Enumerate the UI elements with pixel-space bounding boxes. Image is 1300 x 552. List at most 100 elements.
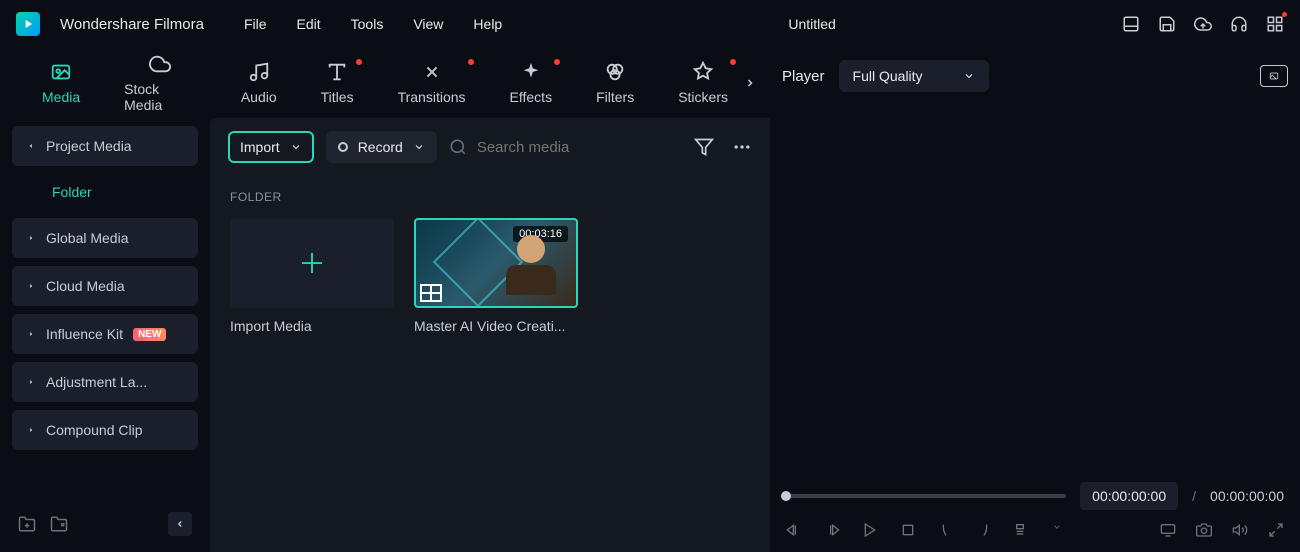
import-label: Import	[240, 139, 280, 155]
tab-label: Audio	[241, 89, 277, 105]
folder-heading: FOLDER	[230, 190, 750, 204]
card-label: Import Media	[230, 318, 394, 334]
chevron-right-icon	[26, 329, 36, 339]
sidebar-label: Adjustment La...	[46, 374, 147, 390]
camera-button[interactable]	[1196, 522, 1212, 538]
quality-select[interactable]: Full Quality	[839, 60, 989, 92]
more-icon[interactable]	[732, 137, 752, 157]
transitions-icon	[421, 61, 443, 83]
new-folder-icon[interactable]	[18, 515, 36, 533]
mark-out-button[interactable]	[976, 522, 992, 538]
stop-button[interactable]	[900, 522, 916, 538]
sidebar-item-folder[interactable]: Folder	[12, 174, 198, 210]
import-button[interactable]: Import	[228, 131, 314, 163]
media-clip-card[interactable]: 00:03:16 Master AI Video Creati...	[414, 218, 578, 334]
card-label: Master AI Video Creati...	[414, 318, 578, 334]
cloud-icon[interactable]	[1194, 15, 1212, 33]
menu-help[interactable]: Help	[473, 16, 502, 32]
collapse-sidebar-button[interactable]	[168, 512, 192, 536]
menu-tools[interactable]: Tools	[351, 16, 384, 32]
seek-knob[interactable]	[781, 491, 791, 501]
sidebar-label: Influence Kit	[46, 326, 123, 342]
menu-edit[interactable]: Edit	[297, 16, 321, 32]
add-media-thumb[interactable]	[230, 218, 394, 308]
stickers-icon	[692, 61, 714, 83]
sidebar-item-project-media[interactable]: Project Media	[12, 126, 198, 166]
mark-in-button[interactable]	[938, 522, 954, 538]
filter-icon[interactable]	[694, 137, 714, 157]
seek-bar[interactable]	[786, 494, 1066, 498]
snapshot-button[interactable]	[1260, 65, 1288, 87]
menu-view[interactable]: View	[413, 16, 443, 32]
chevron-right-icon	[26, 377, 36, 387]
save-icon[interactable]	[1158, 15, 1176, 33]
sidebar-item-influence-kit[interactable]: Influence Kit NEW	[12, 314, 198, 354]
apps-icon[interactable]	[1266, 15, 1284, 33]
menubar: File Edit Tools View Help	[244, 16, 502, 32]
notification-dot	[468, 59, 474, 65]
search-input[interactable]	[477, 139, 637, 156]
plus-icon	[297, 248, 327, 278]
chevron-down-icon	[413, 141, 425, 153]
sidebar-label: Cloud Media	[46, 278, 125, 294]
tab-label: Stickers	[678, 89, 728, 105]
media-pane: Import Record	[210, 118, 770, 552]
search-icon	[449, 138, 467, 156]
tab-audio[interactable]: Audio	[219, 53, 299, 113]
record-button[interactable]: Record	[326, 131, 437, 163]
tab-label: Transitions	[398, 89, 466, 105]
sidebar-item-cloud-media[interactable]: Cloud Media	[12, 266, 198, 306]
clip-thumbnail[interactable]: 00:03:16	[414, 218, 578, 308]
tab-media[interactable]: Media	[20, 53, 102, 113]
sidebar-label: Compound Clip	[46, 422, 143, 438]
chevron-right-icon	[26, 233, 36, 243]
import-media-card[interactable]: Import Media	[230, 218, 394, 334]
sparkle-icon	[520, 61, 542, 83]
marker-menu-button[interactable]	[1014, 522, 1030, 538]
tab-transitions[interactable]: Transitions	[376, 53, 488, 113]
headset-icon[interactable]	[1230, 15, 1248, 33]
fullscreen-button[interactable]	[1268, 522, 1284, 538]
player-panel: Player Full Quality 00:00:00:00 / 00:00:…	[770, 48, 1300, 552]
prev-frame-button[interactable]	[786, 522, 802, 538]
tab-effects[interactable]: Effects	[488, 53, 575, 113]
layout-icon[interactable]	[1122, 15, 1140, 33]
filters-icon	[604, 61, 626, 83]
tab-titles[interactable]: Titles	[299, 53, 376, 113]
timecode-separator: /	[1192, 488, 1196, 504]
filmstrip-icon	[420, 284, 442, 302]
tab-filters[interactable]: Filters	[574, 53, 656, 113]
sidebar-item-global-media[interactable]: Global Media	[12, 218, 198, 258]
tab-label: Filters	[596, 89, 634, 105]
tab-stock-media[interactable]: Stock Media	[102, 45, 219, 121]
sidebar-item-adjustment-layer[interactable]: Adjustment La...	[12, 362, 198, 402]
tab-label: Titles	[321, 89, 354, 105]
chevron-right-icon	[26, 281, 36, 291]
picture-icon	[1267, 71, 1281, 81]
chevron-right-icon	[26, 425, 36, 435]
sidebar-label: Folder	[52, 184, 92, 200]
document-title: Untitled	[788, 16, 835, 32]
tab-label: Effects	[510, 89, 553, 105]
display-button[interactable]	[1160, 522, 1176, 538]
player-label: Player	[782, 68, 825, 85]
volume-button[interactable]	[1232, 522, 1248, 538]
notification-dot	[554, 59, 560, 65]
tabs-scroll-right[interactable]	[744, 73, 756, 93]
app-name: Wondershare Filmora	[60, 16, 204, 33]
play-button[interactable]	[862, 522, 878, 538]
menu-file[interactable]: File	[244, 16, 267, 32]
tab-stickers[interactable]: Stickers	[656, 53, 750, 113]
delete-folder-icon[interactable]	[50, 515, 68, 533]
marker-chevron-icon[interactable]	[1052, 522, 1062, 538]
text-icon	[326, 61, 348, 83]
chevron-down-icon	[26, 141, 36, 151]
player-viewport[interactable]	[782, 104, 1288, 472]
cloud-media-icon	[149, 53, 171, 75]
titlebar: Wondershare Filmora File Edit Tools View…	[0, 0, 1300, 48]
next-frame-button[interactable]	[824, 522, 840, 538]
total-timecode: 00:00:00:00	[1210, 488, 1284, 504]
sidebar-item-compound-clip[interactable]: Compound Clip	[12, 410, 198, 450]
category-tabs: Media Stock Media Audio Titles Transitio…	[0, 48, 770, 118]
record-icon	[338, 142, 348, 152]
